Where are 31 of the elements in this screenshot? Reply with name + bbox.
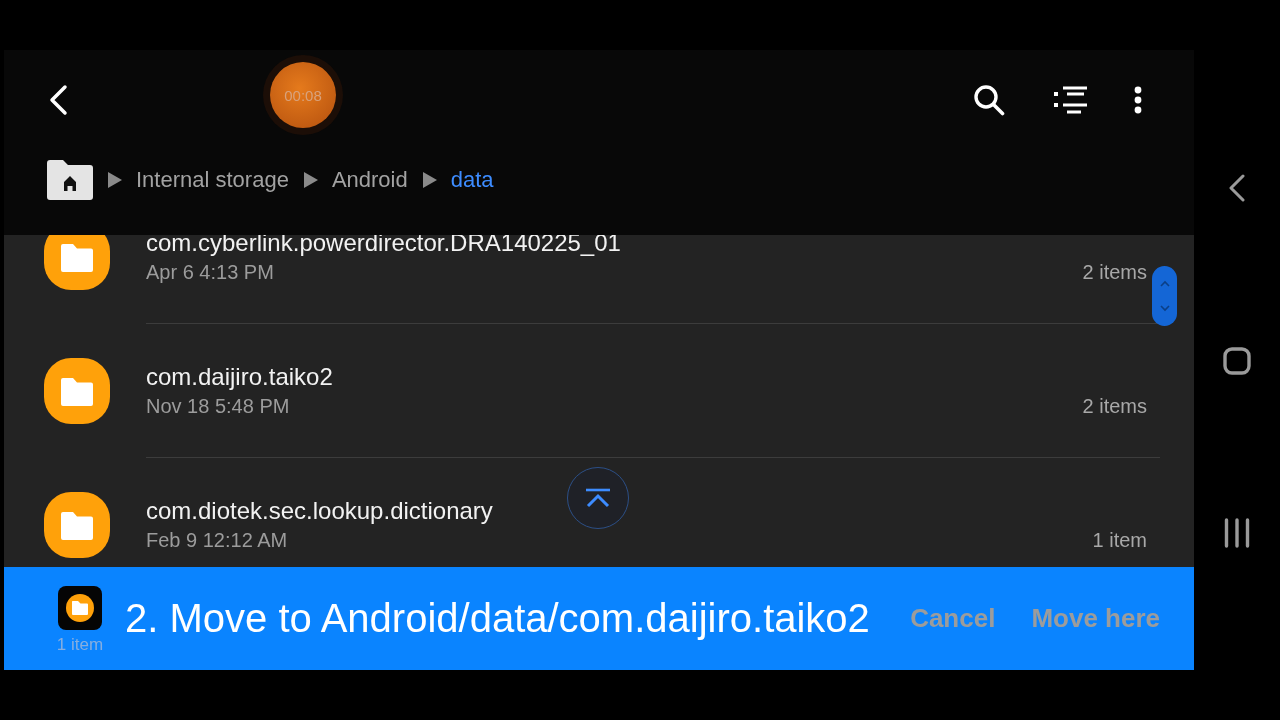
breadcrumb-arrow-icon: [422, 172, 437, 188]
folder-thumbnail-icon: [58, 586, 102, 630]
item-count: 2 items: [1082, 261, 1148, 284]
search-icon[interactable]: [973, 84, 1005, 116]
modified-date: Apr 6 4:13 PM: [146, 261, 274, 284]
breadcrumb-arrow-icon: [108, 172, 122, 188]
modified-date: Nov 18 5:48 PM: [146, 395, 290, 418]
scroll-to-top-icon: [584, 488, 612, 508]
folder-name[interactable]: com.diotek.sec.lookup.dictionary: [146, 497, 493, 525]
item-count: 2 items: [1082, 395, 1148, 418]
caption-text: 2. Move to Android/data/com.daijiro.taiko2: [125, 596, 870, 641]
modified-date: Feb 9 12:12 AM: [146, 529, 288, 552]
more-options-icon[interactable]: [1134, 86, 1142, 114]
selection-count: 1 item: [56, 635, 104, 655]
up-down-chevron-icon: [1158, 280, 1171, 312]
back-icon[interactable]: [48, 84, 68, 116]
folder-name[interactable]: com.daijiro.taiko2: [146, 363, 333, 391]
home-icon[interactable]: [1223, 347, 1251, 375]
home-folder-icon[interactable]: [47, 160, 93, 200]
breadcrumb-item[interactable]: Android: [331, 167, 408, 193]
folder-icon[interactable]: [44, 358, 110, 424]
item-count: 1 item: [1092, 529, 1148, 552]
breadcrumb-item[interactable]: Internal storage: [136, 167, 289, 193]
list-icon[interactable]: [1054, 86, 1088, 114]
folder-icon[interactable]: [44, 235, 110, 290]
breadcrumb-arrow-icon: [303, 172, 318, 188]
recent-apps-icon[interactable]: [1224, 518, 1250, 548]
folder-icon[interactable]: [44, 492, 110, 558]
breadcrumb-item[interactable]: data: [450, 167, 494, 193]
fast-scroll-handle[interactable]: [1152, 266, 1177, 326]
back-icon[interactable]: [1229, 174, 1245, 202]
